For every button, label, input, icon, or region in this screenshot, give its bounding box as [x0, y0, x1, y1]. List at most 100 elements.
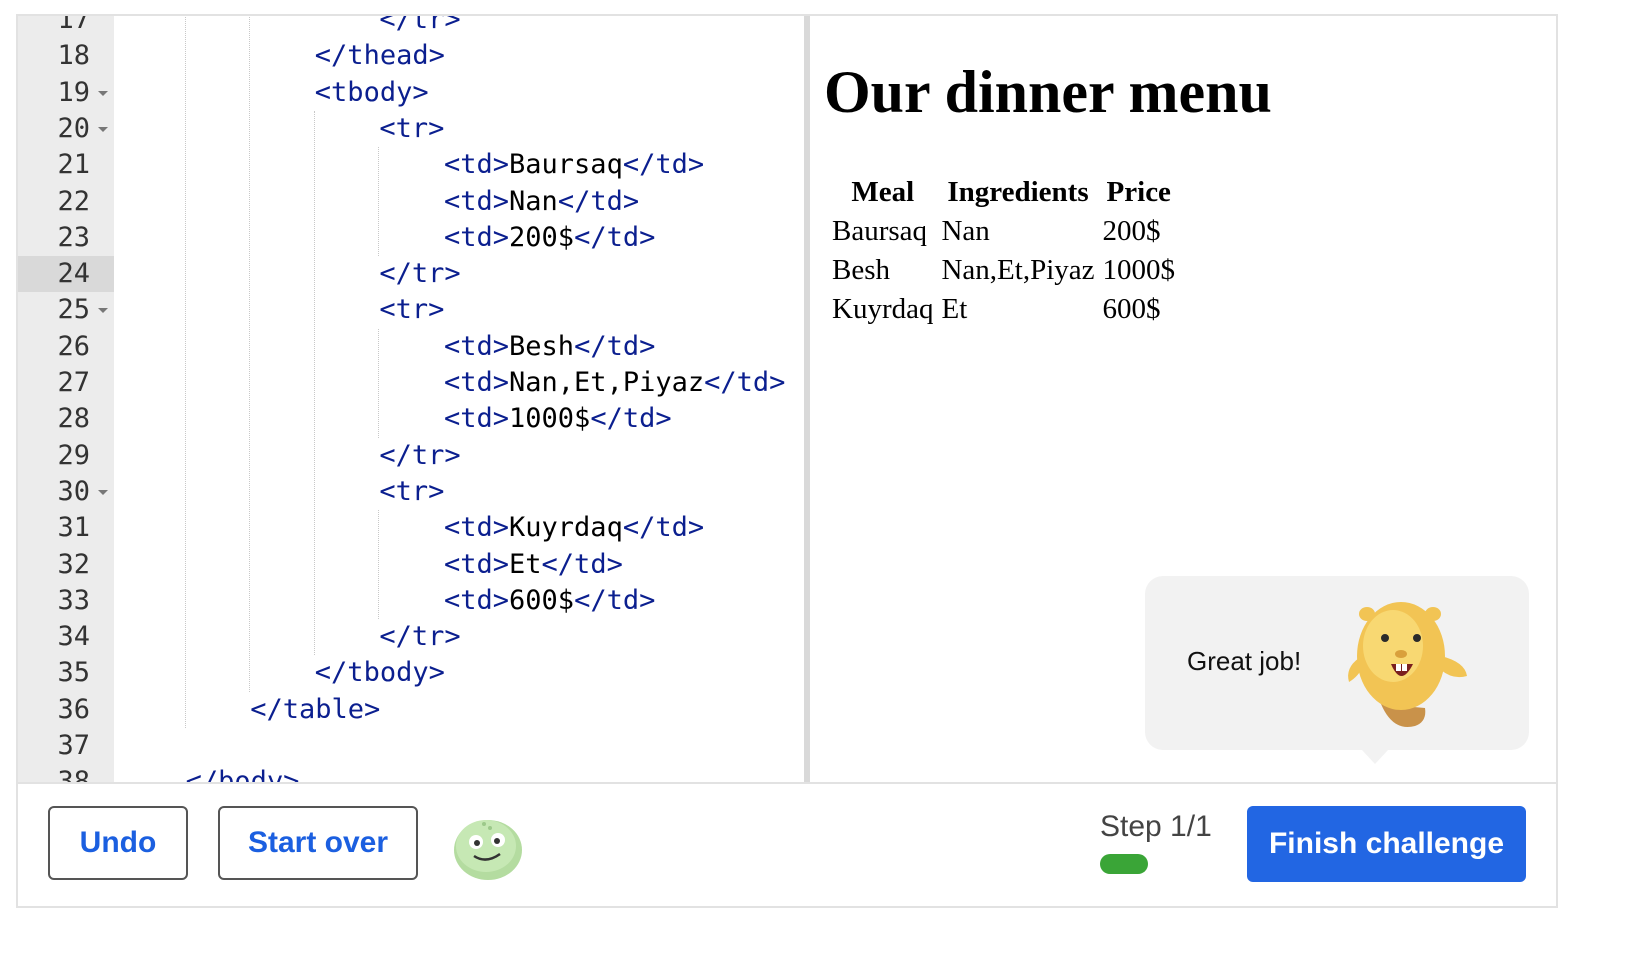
start-over-button[interactable]: Start over [218, 806, 418, 880]
code-text: </tr> [379, 440, 460, 472]
code-text: <td>1000$</td> [444, 403, 672, 435]
html-tag-token: </td> [574, 330, 656, 362]
code-text: </table> [250, 694, 380, 726]
html-tag-token: <td> [444, 403, 510, 435]
fold-arrow-icon[interactable] [98, 90, 108, 96]
code-line[interactable]: 17 </tr> [18, 16, 806, 38]
code-line[interactable]: 27 <td>Nan,Et,Piyaz</td> [18, 365, 806, 401]
code-text: <td>600$</td> [444, 585, 655, 617]
table-header-cell: Ingredients [947, 176, 1089, 208]
line-number: 22 [57, 185, 90, 217]
html-tag-token: <tr> [379, 294, 445, 326]
code-text: <td>Nan</td> [444, 186, 639, 218]
line-number: 36 [57, 693, 90, 725]
code-text: <tr> [379, 476, 444, 508]
html-tag-token: </body> [185, 766, 300, 782]
html-tag-token: <td> [444, 548, 510, 580]
code-line[interactable]: 37 [18, 728, 806, 764]
line-number: 32 [57, 548, 90, 580]
line-number: 20 [57, 112, 90, 144]
code-line[interactable]: 21 <td>Baursaq</td> [18, 147, 806, 183]
code-text: <td>Kuyrdaq</td> [444, 512, 704, 544]
code-line[interactable]: 24 </tr> [18, 256, 806, 293]
undo-button[interactable]: Undo [48, 806, 188, 880]
code-line[interactable]: 35 </tbody> [18, 655, 806, 691]
code-line[interactable]: 36 </table> [18, 692, 806, 728]
fold-arrow-icon[interactable] [98, 489, 108, 495]
code-text: <td>200$</td> [444, 222, 655, 254]
text-token: Besh [509, 330, 575, 362]
footer-toolbar: Undo Start over Step 1/1 Finish challeng… [18, 782, 1556, 906]
html-tag-token: </td> [574, 584, 656, 616]
menu-table: Meal Ingredients Price Baursaq Nan 200$ … [826, 170, 1181, 332]
code-editor[interactable]: 17 </tr> 18 </thead> 19 <tbody> 20 <tr> 21 <td>Ba… [18, 16, 806, 782]
html-tag-token: </tbody> [314, 657, 445, 689]
code-line[interactable]: 25 <tr> [18, 292, 806, 328]
html-tag-token: <td> [444, 330, 510, 362]
page-heading: Our dinner menu [824, 59, 1272, 125]
line-number: 26 [57, 330, 90, 362]
table-cell: 200$ [1102, 215, 1161, 247]
code-text: </tr> [379, 16, 460, 36]
line-number: 21 [57, 149, 90, 181]
code-text: <tr> [379, 113, 444, 145]
table-row: Baursaq Nan 200$ [830, 215, 1177, 248]
line-number: 24 [57, 258, 90, 290]
html-tag-token: <td> [444, 367, 510, 398]
code-text: </tr> [379, 258, 460, 290]
preview-pane: Our dinner menu Meal Ingredients Price B… [810, 16, 1556, 782]
code-line[interactable]: 29 </tr> [18, 438, 806, 474]
code-line[interactable]: 20 <tr> [18, 111, 806, 147]
code-text: <tr> [379, 294, 444, 326]
feedback-text: Great job! [1187, 646, 1302, 676]
table-cell: Nan [941, 215, 990, 247]
table-cell: 600$ [1102, 293, 1161, 325]
table-cell: Besh [832, 254, 890, 286]
finish-challenge-button[interactable]: Finish challenge [1247, 806, 1526, 882]
step-progress-bar [1100, 854, 1148, 874]
code-text: <tbody> [315, 77, 429, 109]
code-line[interactable]: 38 </body> [18, 764, 806, 782]
code-text: <td>Et</td> [444, 549, 623, 581]
code-line[interactable]: 34 </tr> [18, 619, 806, 655]
yellow-monster-mascot-icon [1348, 602, 1467, 728]
line-number: 35 [57, 657, 90, 689]
line-number: 19 [57, 76, 90, 108]
html-tag-token: </tr> [379, 258, 461, 290]
line-number: 34 [57, 621, 90, 653]
html-tag-token: </td> [590, 403, 672, 435]
code-line[interactable]: 18 </thead> [18, 38, 806, 74]
code-line[interactable]: 23 <td>200$</td> [18, 220, 806, 256]
fold-arrow-icon[interactable] [98, 126, 108, 132]
text-token: 1000$ [509, 403, 591, 435]
line-number: 28 [57, 403, 90, 435]
code-line[interactable]: 30 <tr> [18, 474, 806, 510]
code-line[interactable]: 26 <td>Besh</td> [18, 329, 806, 365]
table-cell: 1000$ [1102, 254, 1176, 286]
table-header-cell: Price [1106, 176, 1171, 208]
text-token: Baursaq [509, 149, 623, 181]
code-line[interactable]: 22 <td>Nan</td> [18, 184, 806, 220]
code-line[interactable]: 33 <td>600$</td> [18, 583, 806, 619]
html-tag-token: </td> [622, 149, 705, 181]
html-tag-token: <tr> [379, 112, 445, 144]
fold-arrow-icon[interactable] [98, 308, 108, 314]
table-cell: Kuyrdaq [832, 293, 934, 325]
code-text: <td>Besh</td> [444, 331, 655, 363]
code-line[interactable]: 28 <td>1000$</td> [18, 401, 806, 437]
table-cell: Et [941, 293, 968, 325]
line-number: 29 [57, 439, 90, 471]
code-line[interactable]: 19 <tbody> [18, 75, 806, 111]
table-header-row: Meal Ingredients Price [830, 176, 1177, 209]
html-tag-token: </td> [574, 221, 656, 253]
green-blob-helper-icon[interactable] [446, 812, 526, 882]
html-tag-token: <td> [444, 512, 510, 544]
line-number: 33 [57, 584, 90, 616]
code-line[interactable]: 32 <td>Et</td> [18, 547, 806, 583]
code-line[interactable]: 31 <td>Kuyrdaq</td> [18, 510, 806, 546]
table-row: Kuyrdaq Et 600$ [830, 293, 1177, 326]
code-text: <td>Baursaq</td> [444, 149, 704, 181]
text-token: Nan [509, 185, 558, 217]
code-text: </tbody> [315, 657, 445, 689]
text-token: Nan,Et,Piyaz [509, 367, 705, 398]
